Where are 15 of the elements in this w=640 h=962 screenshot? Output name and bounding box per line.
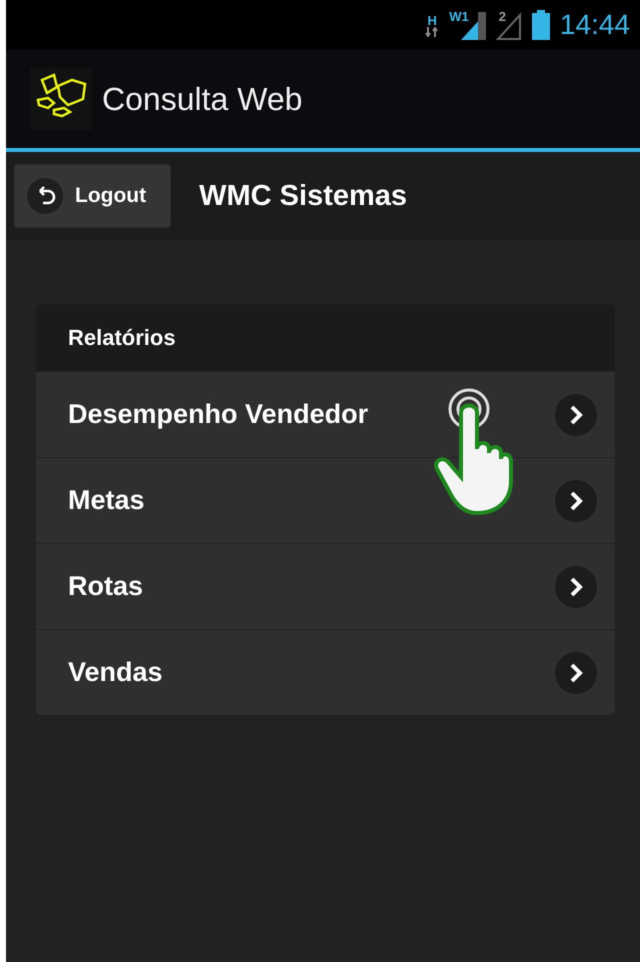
chevron-right-icon xyxy=(555,394,597,436)
chevron-right-icon xyxy=(555,652,597,694)
network-indicator: H xyxy=(425,14,440,36)
report-list-item[interactable]: Rotas xyxy=(36,543,615,629)
chevron-right-icon xyxy=(555,566,597,608)
app-title: Consulta Web xyxy=(102,80,302,118)
page-title: WMC Sistemas xyxy=(199,180,408,212)
app-logo-icon xyxy=(30,68,92,130)
chevron-right-icon xyxy=(555,480,597,522)
logout-button[interactable]: Logout xyxy=(14,164,172,228)
report-list-item[interactable]: Vendas xyxy=(36,629,615,715)
clock-time: 14:44 xyxy=(560,9,630,41)
battery-icon xyxy=(532,10,550,40)
list-header: Relatórios xyxy=(36,304,615,371)
signal-icon: 2 xyxy=(498,10,522,40)
